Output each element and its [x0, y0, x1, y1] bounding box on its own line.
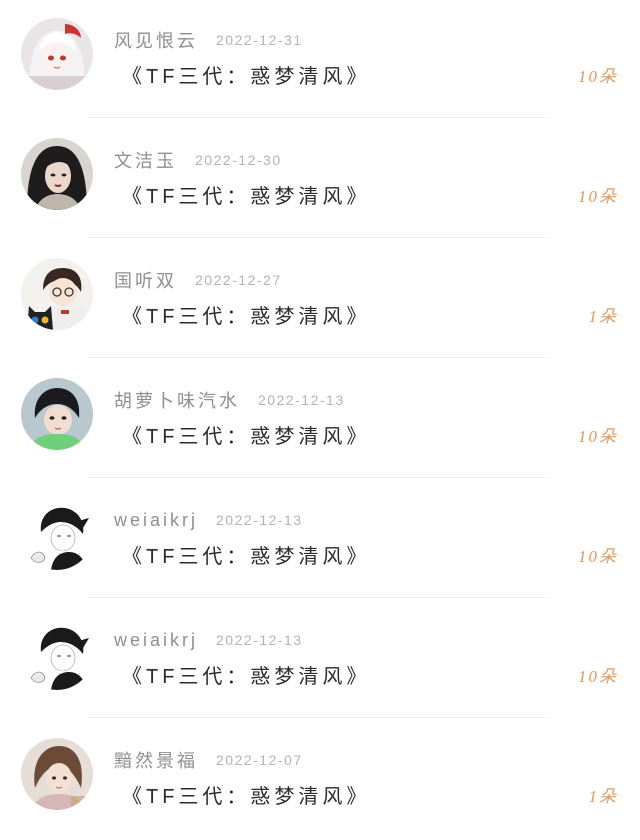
avatar[interactable] [21, 378, 93, 450]
gift-name: 《TF三代：惑梦清风》 [122, 666, 371, 688]
date: 2022-12-31 [216, 32, 303, 48]
avatar[interactable] [21, 498, 93, 570]
username[interactable]: 黯然景福 [114, 747, 198, 773]
divider [88, 237, 548, 238]
avatar-dark-hair-woman-icon [21, 138, 93, 210]
list-item[interactable]: 文洁玉 2022-12-30 《TF三代：惑梦清风》 10朵 [0, 120, 640, 240]
list-item[interactable]: weiaikrj 2022-12-13 《TF三代：惑梦清风》 10朵 [0, 480, 640, 600]
avatar[interactable] [21, 618, 93, 690]
avatar[interactable] [21, 18, 93, 90]
flower-count: 10朵 [578, 547, 618, 566]
item-meta: 黯然景福 2022-12-07 [114, 748, 303, 772]
flower-count: 10朵 [578, 667, 618, 686]
avatar[interactable] [21, 138, 93, 210]
date: 2022-12-07 [216, 752, 303, 768]
avatar-boy-with-cat-icon [21, 258, 93, 330]
item-meta: 文洁玉 2022-12-30 [114, 148, 282, 172]
item-meta: 胡萝卜味汽水 2022-12-13 [114, 388, 345, 412]
avatar-boy-green-icon [21, 378, 93, 450]
username[interactable]: 文洁玉 [114, 147, 177, 173]
flower-count: 10朵 [578, 187, 618, 206]
divider [88, 357, 548, 358]
date: 2022-12-30 [195, 152, 282, 168]
divider [88, 117, 548, 118]
gift-name: 《TF三代：惑梦清风》 [122, 426, 371, 448]
date: 2022-12-27 [195, 272, 282, 288]
date: 2022-12-13 [258, 392, 345, 408]
username[interactable]: 胡萝卜味汽水 [114, 387, 240, 413]
username[interactable]: 风见恨云 [114, 27, 198, 53]
divider [88, 717, 548, 718]
item-meta: weiaikrj 2022-12-13 [114, 628, 303, 652]
list-item[interactable]: 黯然景福 2022-12-07 《TF三代：惑梦清风》 1朵 [0, 720, 640, 840]
date: 2022-12-13 [216, 512, 303, 528]
gift-name: 《TF三代：惑梦清风》 [122, 186, 371, 208]
item-meta: 国听双 2022-12-27 [114, 268, 282, 292]
item-meta: 风见恨云 2022-12-31 [114, 28, 303, 52]
flower-count: 1朵 [588, 787, 618, 806]
flower-count: 1朵 [588, 307, 618, 326]
avatar-white-hair-girl-icon [21, 18, 93, 90]
username[interactable]: weiaikrj [114, 630, 198, 651]
gift-name: 《TF三代：惑梦清风》 [122, 306, 371, 328]
item-meta: weiaikrj 2022-12-13 [114, 508, 303, 532]
list-item[interactable]: 胡萝卜味汽水 2022-12-13 《TF三代：惑梦清风》 10朵 [0, 360, 640, 480]
list-item[interactable]: 风见恨云 2022-12-31 《TF三代：惑梦清风》 10朵 [0, 0, 640, 120]
avatar[interactable] [21, 258, 93, 330]
divider [88, 477, 548, 478]
gift-name: 《TF三代：惑梦清风》 [122, 786, 371, 808]
gift-name: 《TF三代：惑梦清风》 [122, 546, 371, 568]
date: 2022-12-13 [216, 632, 303, 648]
flower-count: 10朵 [578, 67, 618, 86]
divider [88, 597, 548, 598]
username[interactable]: weiaikrj [114, 510, 198, 531]
username[interactable]: 国听双 [114, 267, 177, 293]
avatar-boy-sketch-icon [21, 618, 93, 690]
gift-name: 《TF三代：惑梦清风》 [122, 66, 371, 88]
avatar[interactable] [21, 738, 93, 810]
avatar-girl-brown-hair-icon [21, 738, 93, 810]
flower-count: 10朵 [578, 427, 618, 446]
list-item[interactable]: 国听双 2022-12-27 《TF三代：惑梦清风》 1朵 [0, 240, 640, 360]
list-item[interactable]: weiaikrj 2022-12-13 《TF三代：惑梦清风》 10朵 [0, 600, 640, 720]
avatar-boy-sketch-icon [21, 498, 93, 570]
